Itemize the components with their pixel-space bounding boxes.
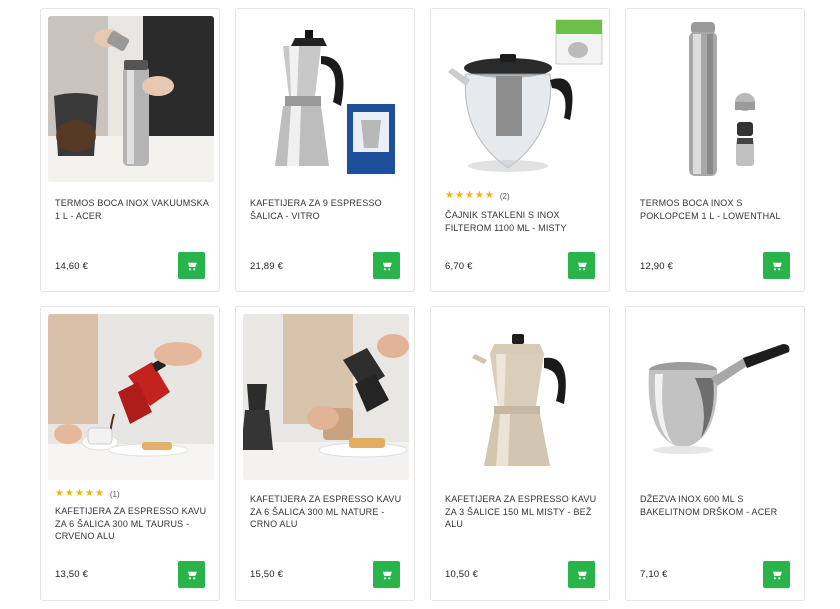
product-price: 15,50 € [250,569,284,580]
product-image[interactable] [438,314,604,480]
product-title[interactable]: KAFETIJERA ZA ESPRESSO KAVU ZA 6 ŠALICA … [250,493,405,531]
star-icon: ★ [94,488,104,499]
product-card[interactable]: ★ ★ ★ ★ ★ (2) ČAJNIK STAKLENI S INOX FIL… [430,8,610,292]
product-title[interactable]: ČAJNIK STAKLENI S INOX FILTEROM 1100 mL … [445,209,600,234]
shopping-cart-icon [186,569,197,580]
product-price: 7,10 € [640,569,668,580]
product-image[interactable] [243,16,409,182]
shopping-cart-icon [381,569,392,580]
add-to-cart-button[interactable] [178,252,205,279]
star-icon: ★ [55,488,64,499]
product-price: 6,70 € [445,261,473,272]
star-icon: ★ [84,488,94,499]
product-price: 14,60 € [55,261,89,272]
product-title[interactable]: KAFETIJERA ZA ESPRESSO KAVU ZA 6 ŠALICA … [55,505,210,543]
add-to-cart-button[interactable] [373,561,400,588]
product-price: 21,89 € [250,261,284,272]
add-to-cart-button[interactable] [373,252,400,279]
product-image[interactable] [243,314,409,480]
add-to-cart-button[interactable] [568,561,595,588]
product-card[interactable]: KAFETIJERA ZA ESPRESSO KAVU ZA 6 ŠALICA … [235,306,415,601]
product-image[interactable] [438,16,604,182]
shopping-cart-icon [186,260,197,271]
product-image[interactable] [48,314,214,480]
add-to-cart-button[interactable] [568,252,595,279]
add-to-cart-button[interactable] [763,252,790,279]
product-price: 12,90 € [640,261,674,272]
star-icon: ★ [454,190,464,201]
product-card[interactable]: DŽEZVA INOX 600 ML S BAKELITNOM DRŠKOM -… [625,306,805,601]
product-rating: ★ ★ ★ ★ ★ (2) [445,191,510,201]
star-icon: ★ [445,190,454,201]
shopping-cart-icon [381,260,392,271]
star-icon: ★ [64,488,74,499]
product-image[interactable] [633,16,799,182]
product-title[interactable]: TERMOS BOCA INOX VAKUUMSKA 1 L - ACER [55,197,210,222]
shopping-cart-icon [771,260,782,271]
product-image[interactable] [48,16,214,182]
shopping-cart-icon [576,260,587,271]
product-price: 10,50 € [445,569,479,580]
star-icon: ★ [484,190,494,201]
shopping-cart-icon [771,569,782,580]
review-count: (2) [499,191,510,201]
product-card[interactable]: KAFETIJERA ZA ESPRESSO KAVU ZA 3 ŠALICE … [430,306,610,601]
product-card[interactable]: TERMOS BOCA INOX VAKUUMSKA 1 L - ACER 14… [40,8,220,292]
product-image[interactable] [633,314,799,480]
add-to-cart-button[interactable] [178,561,205,588]
product-title[interactable]: DŽEZVA INOX 600 ML S BAKELITNOM DRŠKOM -… [640,493,795,518]
shopping-cart-icon [576,569,587,580]
product-rating: ★ ★ ★ ★ ★ (1) [55,489,120,499]
product-price: 13,50 € [55,569,89,580]
product-title[interactable]: TERMOS BOCA INOX S POKLOPCEM 1 L - LOWEN… [640,197,795,222]
product-title[interactable]: KAFETIJERA ZA 9 ESPRESSO ŠALICA - VITRO [250,197,405,222]
product-title[interactable]: KAFETIJERA ZA ESPRESSO KAVU ZA 3 ŠALICE … [445,493,600,531]
star-icon: ★ [474,190,484,201]
star-icon: ★ [74,488,84,499]
product-card[interactable]: ★ ★ ★ ★ ★ (1) KAFETIJERA ZA ESPRESSO KAV… [40,306,220,601]
product-grid: TERMOS BOCA INOX VAKUUMSKA 1 L - ACER 14… [40,8,805,601]
product-card[interactable]: KAFETIJERA ZA 9 ESPRESSO ŠALICA - VITRO … [235,8,415,292]
star-icon: ★ [464,190,474,201]
review-count: (1) [109,489,120,499]
add-to-cart-button[interactable] [763,561,790,588]
product-card[interactable]: TERMOS BOCA INOX S POKLOPCEM 1 L - LOWEN… [625,8,805,292]
